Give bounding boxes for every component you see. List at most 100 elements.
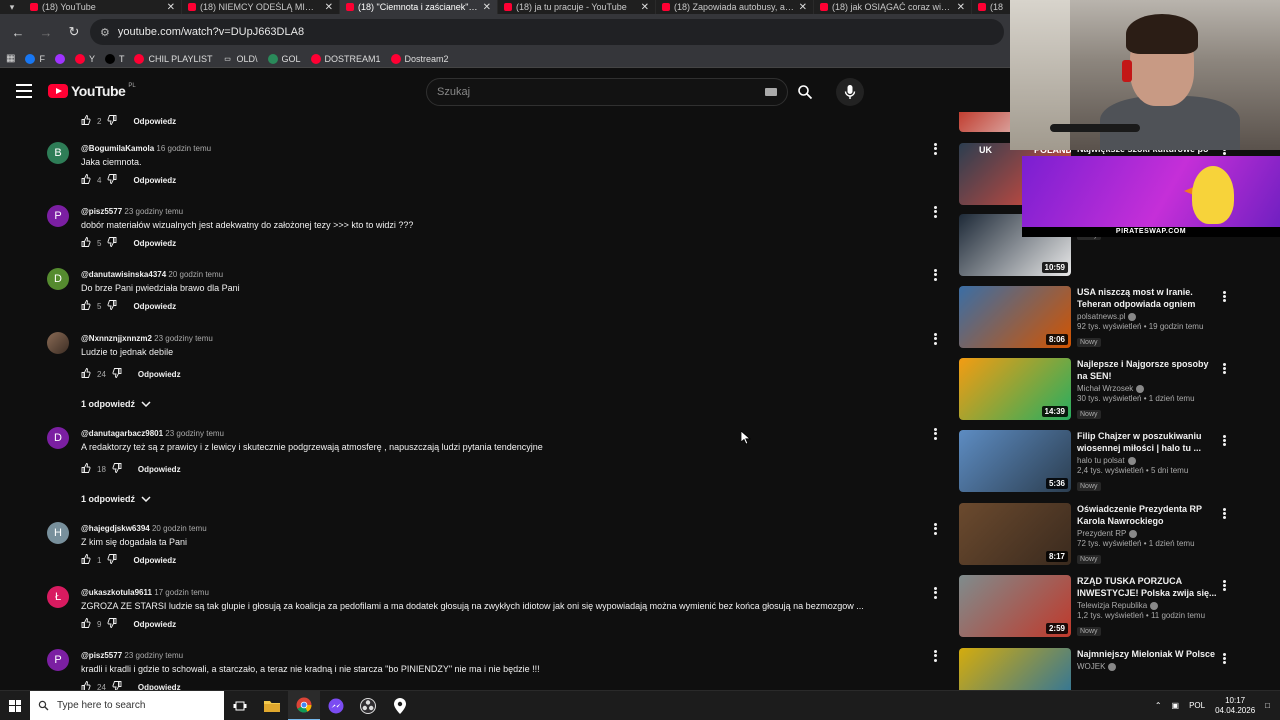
- file-explorer-button[interactable]: [256, 691, 288, 720]
- thumb-up-icon[interactable]: [81, 463, 91, 475]
- thumb-down-icon[interactable]: [107, 174, 117, 186]
- reply-button[interactable]: Odpowiedz: [133, 117, 176, 126]
- video-more-icon[interactable]: [1220, 652, 1228, 664]
- reload-button[interactable]: ↻: [62, 20, 86, 44]
- thumb-down-icon[interactable]: [107, 554, 117, 566]
- comment-author[interactable]: @Nxnnznjjxnnzm2: [81, 334, 152, 343]
- video-title[interactable]: RZĄD TUSKA PORZUCA INWESTYCJE! Polska zw…: [1077, 575, 1217, 599]
- close-icon[interactable]: ✕: [483, 2, 491, 13]
- close-icon[interactable]: ✕: [325, 2, 333, 13]
- bookmark-item[interactable]: Dostream2: [390, 53, 449, 64]
- menu-icon[interactable]: [16, 84, 32, 98]
- thumb-up-icon[interactable]: [81, 115, 91, 127]
- thumb-down-icon[interactable]: [107, 618, 117, 630]
- close-icon[interactable]: ✕: [167, 2, 175, 13]
- apps-grid-icon[interactable]: ▦: [6, 53, 15, 64]
- thumb-down-icon[interactable]: [112, 463, 122, 475]
- channel-name[interactable]: polsatnews.pl: [1077, 312, 1217, 321]
- video-thumbnail[interactable]: 2:59: [959, 575, 1071, 637]
- comment-more-icon[interactable]: [930, 332, 940, 346]
- video-thumbnail[interactable]: [959, 648, 1071, 690]
- comment-time[interactable]: 23 godziny temu: [154, 334, 213, 343]
- reply-button[interactable]: Odpowiedz: [133, 302, 176, 311]
- video-more-icon[interactable]: [1220, 507, 1228, 519]
- comment-time[interactable]: 16 godzin temu: [156, 144, 211, 153]
- thumb-up-icon[interactable]: [81, 554, 91, 566]
- comment-author[interactable]: @pisz5577: [81, 207, 122, 216]
- video-thumbnail[interactable]: 8:06: [959, 286, 1071, 348]
- thumb-down-icon[interactable]: [112, 681, 122, 690]
- start-button[interactable]: [0, 691, 30, 720]
- thumb-up-icon[interactable]: [81, 368, 91, 380]
- video-thumbnail[interactable]: 14:39: [959, 358, 1071, 420]
- bookmark-item[interactable]: T: [104, 53, 124, 64]
- avatar[interactable]: B: [47, 142, 69, 164]
- obs-taskbar-button[interactable]: [352, 691, 384, 720]
- task-view-button[interactable]: [224, 691, 256, 720]
- close-icon[interactable]: ✕: [799, 2, 807, 13]
- comment-more-icon[interactable]: [930, 586, 940, 600]
- recommended-video[interactable]: 5:36 Filip Chajzer w poszukiwaniu wiosenn…: [958, 430, 1238, 496]
- thumb-up-icon[interactable]: [81, 681, 91, 690]
- notifications-icon[interactable]: □: [1265, 701, 1270, 710]
- close-icon[interactable]: ✕: [957, 2, 965, 13]
- reply-button[interactable]: Odpowiedz: [138, 465, 181, 474]
- video-thumbnail[interactable]: 8:17: [959, 503, 1071, 565]
- video-title[interactable]: USA niszczą most w Iranie. Teheran odpow…: [1077, 286, 1217, 310]
- recommended-video[interactable]: 14:39 Najlepsze i Najgorsze sposoby na SE…: [958, 358, 1238, 424]
- voice-search-button[interactable]: [836, 78, 864, 106]
- browser-tab[interactable]: (18) "Ciemnota i zaścianek", "w ✕: [340, 0, 498, 14]
- recommended-video[interactable]: 8:06 USA niszczą most w Iranie. Teheran o…: [958, 286, 1238, 352]
- show-replies-button[interactable]: 1 odpowiedź: [81, 399, 151, 409]
- bookmark-item[interactable]: ▭ OLD\: [222, 53, 258, 64]
- browser-tab[interactable]: (18) NIEMCY ODEŚLĄ MIGRAN ✕: [182, 0, 340, 14]
- thumb-up-icon[interactable]: [81, 174, 91, 186]
- tab-search-button[interactable]: ▾: [0, 0, 24, 14]
- avatar[interactable]: [47, 332, 69, 354]
- channel-name[interactable]: Telewizja Republika: [1077, 601, 1217, 610]
- reply-button[interactable]: Odpowiedz: [133, 176, 176, 185]
- comment-time[interactable]: 20 godzin temu: [152, 524, 207, 533]
- comment-author[interactable]: @danutagarbacz9801: [81, 429, 163, 438]
- forward-button[interactable]: →: [34, 20, 58, 44]
- avatar[interactable]: D: [47, 268, 69, 290]
- comment-more-icon[interactable]: [930, 427, 940, 441]
- comment-time[interactable]: 20 godzin temu: [168, 270, 223, 279]
- reply-button[interactable]: Odpowiedz: [138, 683, 181, 691]
- avatar[interactable]: D: [47, 427, 69, 449]
- video-more-icon[interactable]: [1220, 290, 1228, 302]
- comment-time[interactable]: 17 godzin temu: [154, 588, 209, 597]
- video-title[interactable]: Najlepsze i Najgorsze sposoby na SEN!: [1077, 358, 1217, 382]
- comment-more-icon[interactable]: [930, 268, 940, 282]
- youtube-logo[interactable]: YouTube PL: [48, 83, 136, 99]
- site-info-icon[interactable]: ⚙: [100, 26, 110, 39]
- bookmark-item[interactable]: DOSTREAM1: [310, 53, 381, 64]
- comment-author[interactable]: @pisz5577: [81, 651, 122, 660]
- avatar[interactable]: Ł: [47, 586, 69, 608]
- comment-time[interactable]: 23 godziny temu: [124, 651, 183, 660]
- thumb-up-icon[interactable]: [81, 237, 91, 249]
- thumb-up-icon[interactable]: [81, 618, 91, 630]
- messenger-taskbar-button[interactable]: [320, 691, 352, 720]
- comment-more-icon[interactable]: [930, 522, 940, 536]
- thumb-up-icon[interactable]: [81, 300, 91, 312]
- avatar[interactable]: H: [47, 522, 69, 544]
- language-indicator[interactable]: POL: [1189, 701, 1205, 710]
- comment-time[interactable]: 23 godziny temu: [124, 207, 183, 216]
- comment-author[interactable]: @hajegdjskw6394: [81, 524, 150, 533]
- comment-author[interactable]: @BogumilaKamola: [81, 144, 154, 153]
- recommended-video[interactable]: Najmniejszy Mieloniak W Polsce WOJEK: [958, 648, 1238, 690]
- comment-author[interactable]: @danutawisinska4374: [81, 270, 166, 279]
- video-more-icon[interactable]: [1220, 362, 1228, 374]
- reply-button[interactable]: Odpowiedz: [133, 556, 176, 565]
- bookmark-item[interactable]: Y: [74, 53, 95, 64]
- video-more-icon[interactable]: [1220, 579, 1228, 591]
- bookmark-item[interactable]: F: [25, 53, 45, 64]
- network-icon[interactable]: ▣: [1172, 701, 1180, 710]
- chrome-taskbar-button[interactable]: [288, 690, 320, 720]
- comment-more-icon[interactable]: [930, 142, 940, 156]
- thumb-down-icon[interactable]: [107, 237, 117, 249]
- comment-more-icon[interactable]: [930, 649, 940, 663]
- omnibox[interactable]: ⚙ youtube.com/watch?v=DUpJ663DLA8: [90, 19, 1004, 45]
- taskbar-search-input[interactable]: Type here to search: [30, 690, 224, 720]
